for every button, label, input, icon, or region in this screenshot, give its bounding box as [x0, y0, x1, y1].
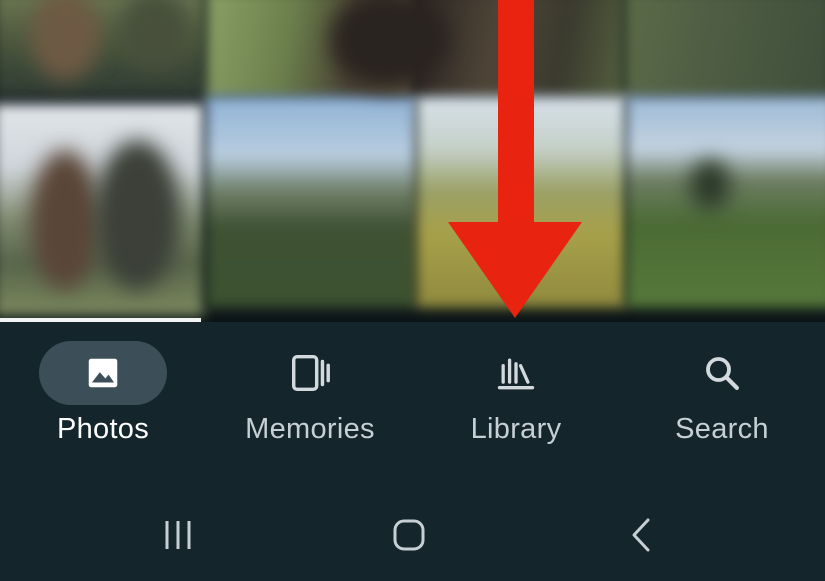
- photo-subject-blur: [30, 150, 100, 290]
- photo-thumbnail[interactable]: [624, 0, 825, 98]
- nav-item-memories[interactable]: Memories: [207, 323, 413, 473]
- phone-screen: Photos Memories Library Search: [0, 0, 825, 581]
- memories-icon: [291, 354, 330, 392]
- nav-label: Photos: [56, 413, 150, 445]
- home-button[interactable]: [369, 507, 449, 563]
- photo-grid: [0, 0, 825, 322]
- library-icon: [497, 358, 535, 390]
- system-navigation-bar: [0, 483, 825, 581]
- nav-item-search[interactable]: Search: [619, 323, 825, 473]
- bottom-navigation: Photos Memories Library Search: [0, 323, 825, 483]
- back-icon: [632, 518, 650, 552]
- recents-icon: [165, 521, 191, 549]
- nav-label: Library: [470, 413, 562, 445]
- photo-icon: [88, 358, 118, 388]
- home-icon: [393, 519, 425, 551]
- nav-label: Search: [675, 413, 769, 445]
- selection-strip: [0, 318, 201, 322]
- photo-thumbnail[interactable]: [626, 96, 825, 308]
- nav-item-photos[interactable]: Photos: [0, 323, 206, 473]
- photo-subject-blur: [690, 160, 730, 210]
- photo-thumbnail[interactable]: [206, 96, 416, 308]
- photo-subject-blur: [95, 140, 180, 290]
- recents-button[interactable]: [138, 507, 218, 563]
- nav-label: Memories: [245, 413, 375, 445]
- search-icon: [706, 357, 739, 390]
- photo-thumbnail[interactable]: [416, 96, 626, 308]
- nav-item-library[interactable]: Library: [413, 323, 619, 473]
- back-button[interactable]: [602, 507, 682, 563]
- active-indicator-pill: [39, 341, 167, 405]
